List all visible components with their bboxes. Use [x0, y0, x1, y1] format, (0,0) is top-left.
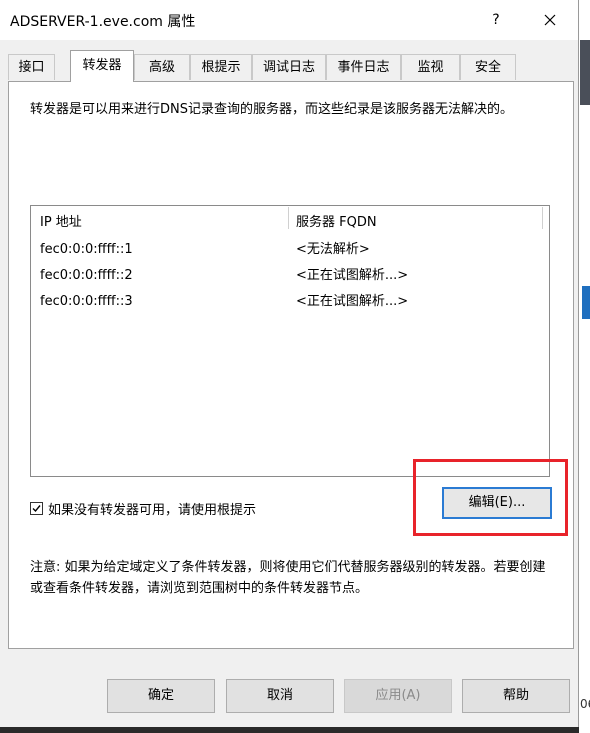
edit-button[interactable]: 编辑(E)...	[442, 487, 552, 519]
help-button[interactable]: 帮助	[462, 679, 570, 713]
conditional-forwarders-note: 注意: 如果为给定域定义了条件转发器，则将使用它们代替服务器级别的转发器。若要创…	[30, 560, 546, 596]
background-window	[580, 0, 590, 733]
checkmark-icon	[32, 504, 41, 512]
properties-dialog: ADSERVER-1.eve.com 属性 ? 接口 转发器 高级 根提示 调试…	[0, 0, 579, 733]
title-bar: ADSERVER-1.eve.com 属性 ?	[0, 0, 578, 40]
column-header-fqdn[interactable]: 服务器 FQDN	[296, 211, 377, 230]
tab-monitoring[interactable]: 监视	[401, 54, 460, 80]
checkbox-box[interactable]	[30, 501, 43, 515]
tab-root-hints[interactable]: 根提示	[190, 54, 252, 80]
window-title: ADSERVER-1.eve.com 属性	[10, 14, 196, 30]
column-divider[interactable]	[288, 207, 289, 229]
taskbar-strip	[0, 727, 579, 733]
apply-button[interactable]: 应用(A)	[344, 679, 452, 713]
list-row[interactable]: fec0:0:0:ffff::3 <正在试图解析...>	[31, 290, 547, 314]
background-window-bar	[580, 40, 590, 105]
row-fqdn: <无法解析>	[296, 242, 370, 257]
header-filler	[542, 207, 550, 229]
row-ip: fec0:0:0:ffff::3	[40, 294, 133, 309]
use-root-hints-label: 如果没有转发器可用，请使用根提示	[48, 502, 257, 518]
row-fqdn: <正在试图解析...>	[296, 294, 409, 309]
tab-interfaces[interactable]: 接口	[8, 54, 55, 80]
column-header-ip[interactable]: IP 地址	[40, 211, 82, 230]
background-window-selection	[582, 286, 590, 319]
tab-debug-logging[interactable]: 调试日志	[252, 54, 326, 80]
forwarders-description: 转发器是可以用来进行DNS记录查询的服务器，而这些纪录是该服务器无法解决的。	[30, 102, 513, 117]
close-button[interactable]	[530, 4, 570, 36]
tab-forwarders[interactable]: 转发器	[70, 50, 134, 82]
use-root-hints-checkbox[interactable]: 如果没有转发器可用，请使用根提示	[30, 499, 257, 518]
tab-security[interactable]: 安全	[460, 54, 516, 80]
list-row[interactable]: fec0:0:0:ffff::1 <无法解析>	[31, 238, 547, 262]
background-window-text: 06	[580, 697, 590, 711]
help-title-button[interactable]: ?	[480, 4, 512, 36]
list-row[interactable]: fec0:0:0:ffff::2 <正在试图解析...>	[31, 264, 547, 288]
ok-button[interactable]: 确定	[107, 679, 215, 713]
cancel-button[interactable]: 取消	[226, 679, 334, 713]
tab-advanced[interactable]: 高级	[134, 54, 190, 80]
forwarders-panel: 转发器是可以用来进行DNS记录查询的服务器，而这些纪录是该服务器无法解决的。 I…	[8, 81, 574, 649]
forwarders-list[interactable]: IP 地址 服务器 FQDN fec0:0:0:ffff::1 <无法解析> f…	[30, 205, 550, 477]
tab-event-logging[interactable]: 事件日志	[326, 54, 401, 80]
tab-strip: 接口 转发器 高级 根提示 调试日志 事件日志 监视 安全	[8, 50, 574, 82]
row-fqdn: <正在试图解析...>	[296, 268, 409, 283]
row-ip: fec0:0:0:ffff::2	[40, 268, 133, 283]
row-ip: fec0:0:0:ffff::1	[40, 242, 133, 257]
close-icon	[544, 14, 556, 26]
